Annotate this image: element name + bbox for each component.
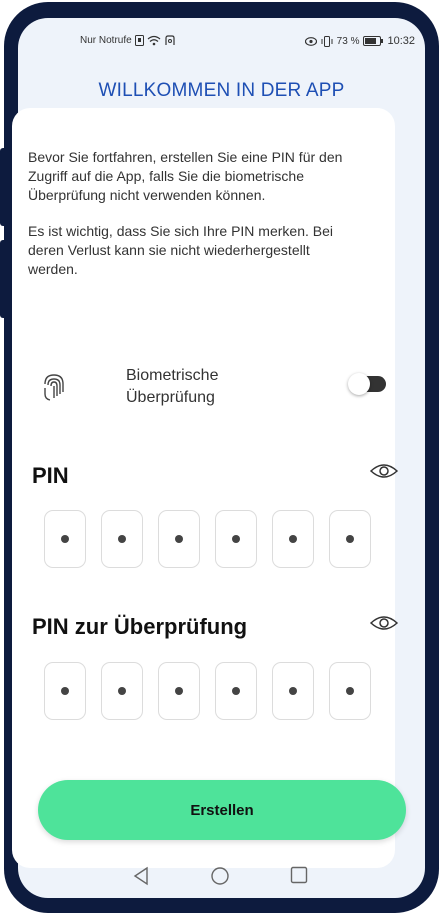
status-bar: Nur Notrufe 73 % 10:32 [18,18,425,60]
visibility-icon [304,36,317,46]
battery-icon [363,36,384,46]
pin-input-row [44,510,371,568]
intro-text: Bevor Sie fortfahren, erstellen Sie eine… [28,148,358,296]
pin-dot [61,535,69,543]
pin-confirm-digit-box[interactable] [158,662,200,720]
intro-paragraph-2: Es ist wichtig, dass Sie sich Ihre PIN m… [28,223,333,277]
biometric-label-line-2: Überprüfung [126,389,215,406]
pin-confirm-input-row [44,662,371,720]
pin-confirm-digit-box[interactable] [329,662,371,720]
pin-digit-box[interactable] [101,510,143,568]
pin-dot [289,535,297,543]
biometric-toggle[interactable] [348,373,386,395]
pin-dot [289,687,297,695]
toggle-knob [348,373,370,395]
biometric-label-line-1: Biometrische [126,367,219,384]
biometric-row: Biometrische Überprüfung [36,364,386,414]
pin-dot [346,687,354,695]
carrier-text: Nur Notrufe [80,35,132,46]
page-title: WILLKOMMEN IN DER APP [98,80,345,101]
volume-up-button [0,148,10,226]
vibrate-icon [321,35,333,47]
system-nav-bar [18,852,425,898]
biometric-label: Biometrische Überprüfung [126,365,286,409]
back-nav-icon[interactable] [132,866,150,886]
wifi-icon [147,35,161,46]
pin-digit-box[interactable] [272,510,314,568]
create-button[interactable]: Erstellen [38,780,406,840]
sim-icon [134,35,144,46]
intro-paragraph-1: Bevor Sie fortfahren, erstellen Sie eine… [28,149,343,203]
pin-digit-box[interactable] [44,510,86,568]
fingerprint-icon [44,374,64,401]
pin-dot [232,687,240,695]
battery-percent: 73 % [336,35,360,47]
pin-dot [61,687,69,695]
home-nav-icon[interactable] [210,866,230,886]
eye-icon[interactable] [369,614,399,632]
eye-icon[interactable] [369,462,399,480]
pin-dot [118,535,126,543]
volume-down-button [0,240,10,318]
pin-dot [118,687,126,695]
pin-confirm-digit-box[interactable] [215,662,257,720]
status-left: Nur Notrufe [80,35,176,46]
pin-confirm-digit-box[interactable] [272,662,314,720]
pin-label: PIN [32,463,69,488]
recents-nav-icon[interactable] [290,866,308,884]
pin-confirm-label: PIN zur Überprüfung [32,614,248,639]
pin-dot [175,687,183,695]
pin-dot [346,535,354,543]
pin-confirm-digit-box[interactable] [44,662,86,720]
pin-digit-box[interactable] [215,510,257,568]
pin-dot [175,535,183,543]
pin-digit-box[interactable] [158,510,200,568]
pin-dot [232,535,240,543]
nfc-icon [165,35,175,45]
clock-time: 10:32 [387,35,415,47]
status-right: 73 % 10:32 [304,35,415,47]
pin-digit-box[interactable] [329,510,371,568]
pin-confirm-digit-box[interactable] [101,662,143,720]
